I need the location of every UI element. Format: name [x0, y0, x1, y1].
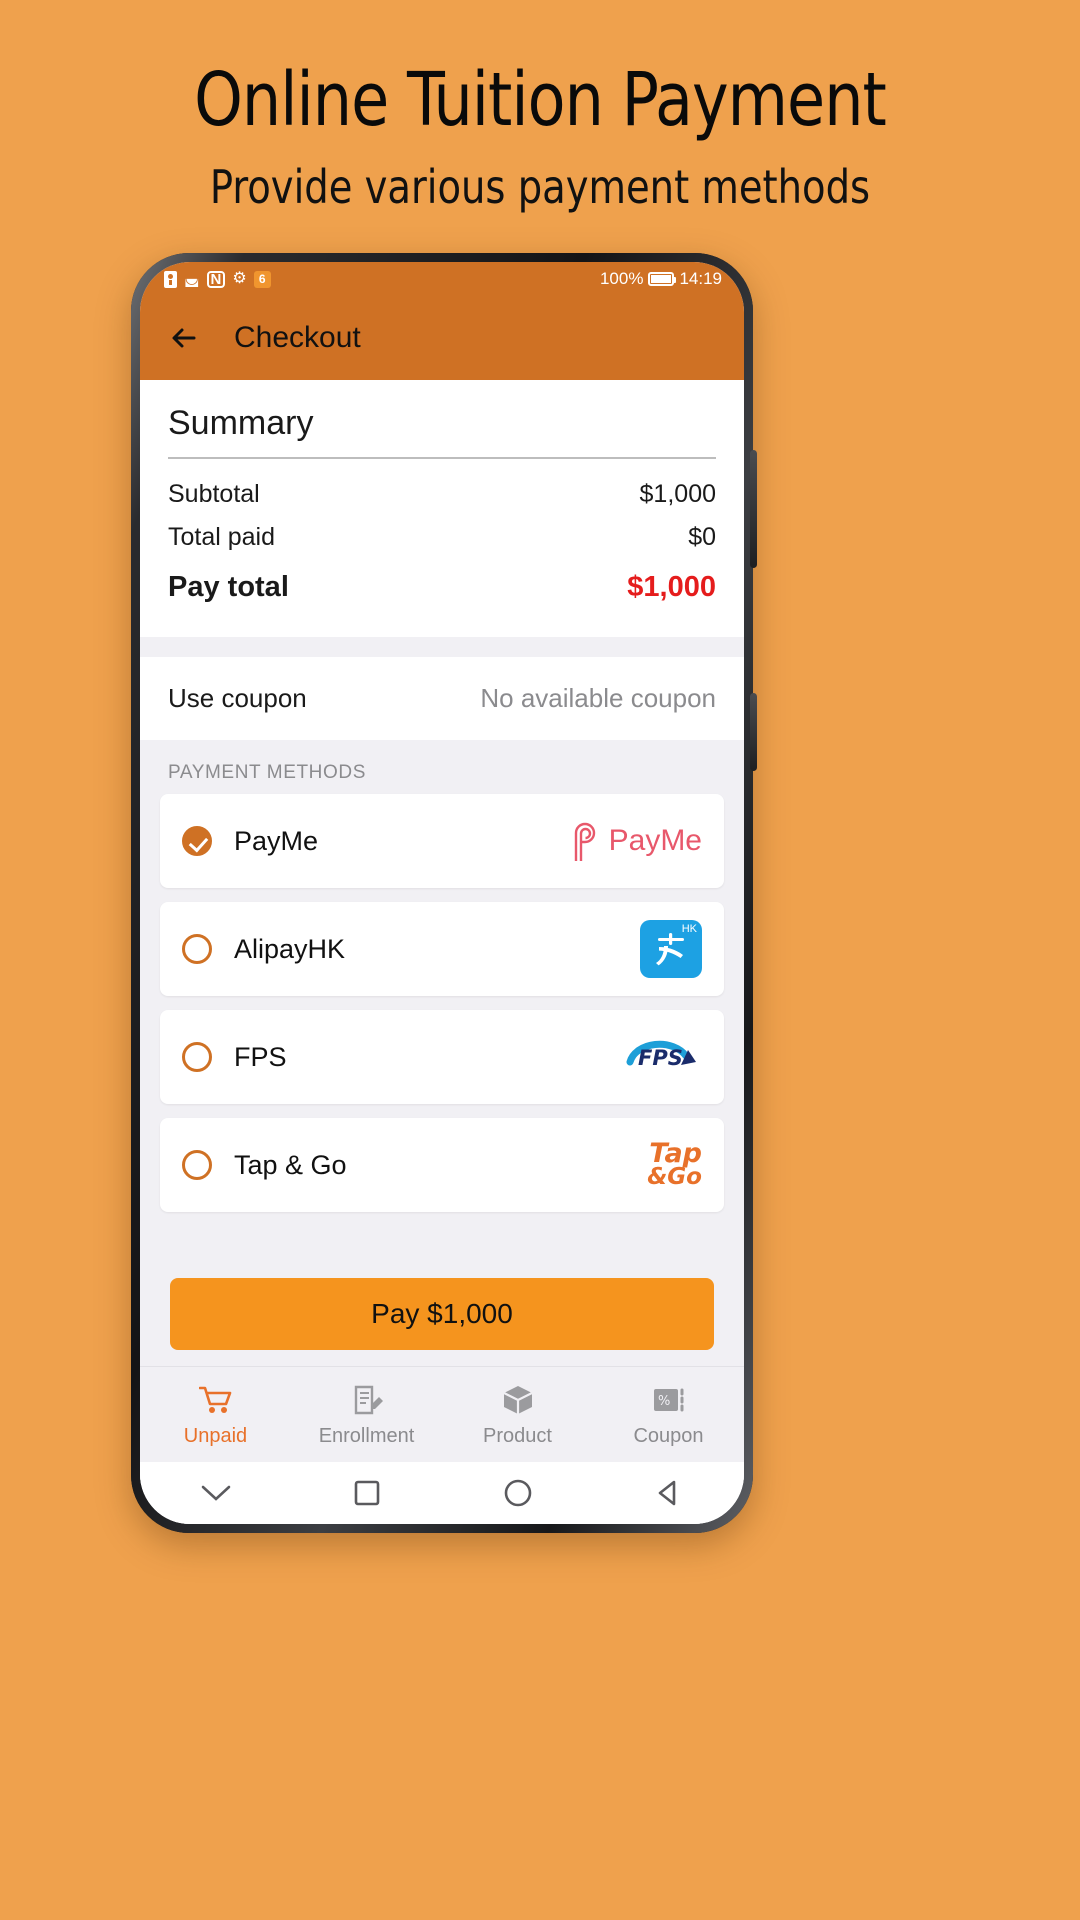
fps-swoosh-icon: FPS	[626, 1040, 696, 1070]
status-bar: ◛ N ⚙ 100% 14:19	[140, 262, 744, 296]
tab-coupon[interactable]: % Coupon	[593, 1382, 744, 1448]
payme-logo: PayMe	[566, 819, 702, 863]
summary-title: Summary	[168, 404, 314, 442]
app-bar: Checkout	[140, 296, 744, 380]
pay-button[interactable]: Pay $1,000	[170, 1278, 714, 1350]
use-coupon-value: No available coupon	[480, 683, 716, 713]
gear-icon: ⚙	[232, 270, 247, 287]
triangle-back-icon[interactable]	[646, 1470, 692, 1516]
payment-method-payme[interactable]: PayMe PayMe	[160, 794, 724, 888]
tab-label: Coupon	[633, 1424, 704, 1447]
payment-method-label: AlipayHK	[234, 933, 346, 964]
battery-percent: 100%	[599, 269, 644, 288]
payment-method-alipayhk[interactable]: AlipayHK HK	[160, 902, 724, 996]
clock: 14:19	[679, 269, 722, 288]
wifi-icon: ◛	[184, 270, 200, 287]
shopping-cart-icon	[198, 1382, 233, 1418]
back-arrow-icon[interactable]	[166, 319, 204, 357]
android-nav-bar	[140, 1462, 744, 1524]
circle-icon[interactable]	[495, 1470, 541, 1516]
summary-card: Summary Subtotal $1,000 Total paid $0 Pa…	[140, 380, 744, 637]
phone-mockup: ◛ N ⚙ 100% 14:19 Checkout	[131, 253, 757, 1533]
section-gap	[140, 637, 744, 657]
summary-row-subtotal: Subtotal $1,000	[168, 473, 716, 516]
percent-ticket-icon: %	[652, 1382, 686, 1418]
svg-text:FPS: FPS	[638, 1046, 683, 1070]
power-button[interactable]	[750, 693, 757, 771]
use-coupon-row[interactable]: Use coupon No available coupon	[140, 657, 744, 740]
radio-unselected-icon[interactable]	[182, 934, 212, 964]
summary-amount: $0	[688, 523, 716, 551]
payment-method-fps[interactable]: FPS FPS	[160, 1010, 724, 1104]
payme-logo-text: PayMe	[608, 824, 702, 857]
pay-total-amount: $1,000	[627, 571, 716, 603]
checkout-content: Summary Subtotal $1,000 Total paid $0 Pa…	[140, 380, 744, 1524]
tab-unpaid[interactable]: Unpaid	[140, 1382, 291, 1448]
tab-product[interactable]: Product	[442, 1382, 593, 1448]
payme-p-icon	[574, 822, 595, 861]
app-badge-icon	[253, 270, 271, 288]
payment-method-tapgo[interactable]: Tap & Go Tap &Go	[160, 1118, 724, 1212]
nfc-icon: N	[206, 270, 226, 288]
payment-method-label: FPS	[234, 1041, 287, 1072]
tab-label: Enrollment	[318, 1424, 415, 1447]
fps-logo: FPS	[624, 1032, 702, 1082]
payment-methods-label: PAYMENT METHODS	[168, 762, 366, 783]
phone-screen: ◛ N ⚙ 100% 14:19 Checkout	[140, 262, 744, 1524]
tapgo-logo: Tap &Go	[647, 1140, 702, 1190]
note-edit-icon	[351, 1382, 383, 1418]
tab-label: Unpaid	[183, 1424, 248, 1447]
alipay-glyph-icon	[656, 933, 684, 966]
payment-method-label: PayMe	[234, 825, 319, 856]
battery-icon	[648, 272, 677, 286]
tab-label: Product	[483, 1424, 552, 1447]
square-icon[interactable]	[344, 1470, 390, 1516]
radio-selected-icon[interactable]	[182, 826, 212, 856]
volume-button[interactable]	[750, 450, 757, 568]
summary-row-pay-total: Pay total $1,000	[168, 559, 716, 611]
radio-unselected-icon[interactable]	[182, 1150, 212, 1180]
sim-card-icon	[164, 270, 177, 288]
bottom-tab-bar: Unpaid Enrollment Product % Coupon	[140, 1366, 744, 1462]
alipayhk-logo: HK	[640, 920, 702, 978]
summary-label: Subtotal	[168, 480, 260, 508]
alipayhk-logo-text: HK	[681, 923, 697, 935]
promo-header: Online Tuition Payment Provide various p…	[0, 0, 1080, 212]
tapgo-logo-line2: &Go	[647, 1163, 702, 1190]
summary-row-total-paid: Total paid $0	[168, 516, 716, 559]
payment-method-label: Tap & Go	[234, 1149, 347, 1180]
page-title: Online Tuition Payment	[194, 57, 887, 143]
tab-enrollment[interactable]: Enrollment	[291, 1382, 442, 1448]
summary-amount: $1,000	[639, 480, 716, 508]
radio-unselected-icon[interactable]	[182, 1042, 212, 1072]
app-bar-title: Checkout	[234, 321, 361, 354]
summary-label: Total paid	[168, 523, 276, 551]
pay-total-label: Pay total	[168, 571, 289, 603]
chevron-down-icon[interactable]	[193, 1470, 239, 1516]
payment-methods-list: PayMe PayMe AlipayHK HK FPS FPS Tap & Go…	[140, 794, 744, 1212]
box-icon	[502, 1382, 534, 1418]
summary-divider	[168, 457, 716, 459]
svg-text:%: %	[658, 1394, 670, 1409]
pay-button-wrap: Pay $1,000	[140, 1226, 744, 1350]
use-coupon-label: Use coupon	[168, 683, 307, 713]
page-subtitle: Provide various payment methods	[209, 159, 871, 214]
